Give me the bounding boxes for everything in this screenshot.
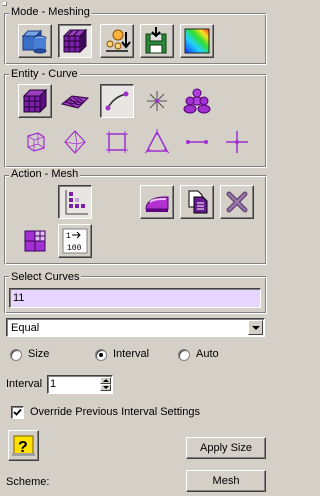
entity-curve-button[interactable] [100, 84, 134, 118]
svg-text:100: 100 [67, 244, 82, 253]
entity-node-button[interactable] [220, 125, 254, 159]
mesh-button[interactable]: Mesh [186, 470, 266, 492]
mesh-interval-icon [65, 190, 88, 215]
mode-group-title: Mode - Meshing [9, 6, 92, 18]
quad-face-icon [106, 131, 128, 153]
svg-text:1: 1 [66, 232, 71, 241]
interval-label: Interval [6, 378, 43, 390]
checkmark-icon [13, 408, 22, 416]
select-curves-label: Select Curves [9, 271, 82, 283]
interval-radio-label: Interval [113, 348, 150, 360]
entity-tri-button[interactable] [140, 125, 174, 159]
help-question-icon: ? [12, 435, 35, 456]
help-button[interactable]: ? [8, 430, 39, 461]
action-group-title: Action - Mesh [9, 168, 81, 180]
curve-icon [105, 91, 129, 111]
surface-mesh-icon [60, 95, 90, 109]
panel-grip-icon[interactable] [3, 2, 7, 6]
spin-down-icon[interactable] [100, 384, 111, 391]
mesh-cube-icon [62, 28, 88, 54]
size-radio-label: Size [28, 348, 50, 360]
mode-mesh-button[interactable] [58, 24, 92, 58]
analysis-contour-icon [184, 28, 210, 54]
renumber-icon: 1 100 [62, 228, 88, 254]
action-interval-button[interactable] [58, 185, 92, 219]
override-label: Override Previous Interval Settings [30, 406, 200, 418]
spin-up-icon[interactable] [100, 377, 111, 384]
size-radio[interactable] [10, 349, 22, 361]
volume-cube-icon [22, 88, 48, 114]
chevron-down-icon[interactable] [248, 320, 263, 335]
delete-x-icon [226, 191, 248, 213]
action-refine-button[interactable] [18, 224, 52, 258]
copy-mesh-icon [188, 190, 208, 214]
entity-group-title: Entity - Curve [9, 68, 80, 80]
entity-volume-button[interactable] [18, 84, 52, 118]
refine-mesh-icon [24, 230, 46, 252]
interval-spinbox[interactable] [47, 375, 113, 394]
select-curves-field[interactable] [9, 288, 261, 308]
vertex-icon [147, 91, 167, 111]
scheme-select[interactable]: Equal [6, 318, 265, 337]
node-icon [226, 131, 248, 153]
scheme-select-value: Equal [11, 322, 40, 334]
interval-radio[interactable] [95, 349, 107, 361]
tri-face-icon [144, 129, 170, 154]
mode-geometry-button[interactable] [18, 24, 52, 58]
entity-vertex-button[interactable] [140, 84, 174, 118]
mode-analysis-button[interactable] [180, 24, 214, 58]
entity-face-button[interactable] [100, 125, 134, 159]
mode-bc-button[interactable] [100, 24, 134, 58]
entity-group-button[interactable] [180, 84, 214, 118]
interval-input[interactable] [48, 376, 100, 391]
entity-tet-button[interactable] [58, 125, 92, 159]
action-renumber-button[interactable]: 1 100 [58, 224, 92, 258]
edge-element-icon [186, 140, 208, 144]
auto-radio-label: Auto [196, 348, 219, 360]
mode-export-button[interactable] [140, 24, 174, 58]
entity-surface-button[interactable] [58, 84, 92, 118]
action-copy-button[interactable] [180, 185, 214, 219]
group-people-icon [183, 88, 211, 114]
select-curves-input[interactable] [10, 289, 260, 307]
apply-size-button[interactable]: Apply Size [186, 437, 266, 459]
smooth-iron-icon [145, 196, 169, 212]
hex-element-icon [27, 132, 45, 152]
auto-radio[interactable] [178, 349, 190, 361]
action-smooth-button[interactable] [140, 185, 174, 219]
geometry-volumes-icon [21, 29, 47, 54]
tet-element-icon [64, 130, 86, 154]
scheme-label: Scheme: [6, 476, 50, 488]
entity-edge-button[interactable] [180, 125, 214, 159]
action-delete-button[interactable] [220, 185, 254, 219]
boundary-conditions-icon [106, 29, 131, 52]
entity-hex-button[interactable] [18, 125, 52, 159]
save-export-icon [145, 27, 167, 54]
override-checkbox[interactable] [11, 406, 24, 419]
